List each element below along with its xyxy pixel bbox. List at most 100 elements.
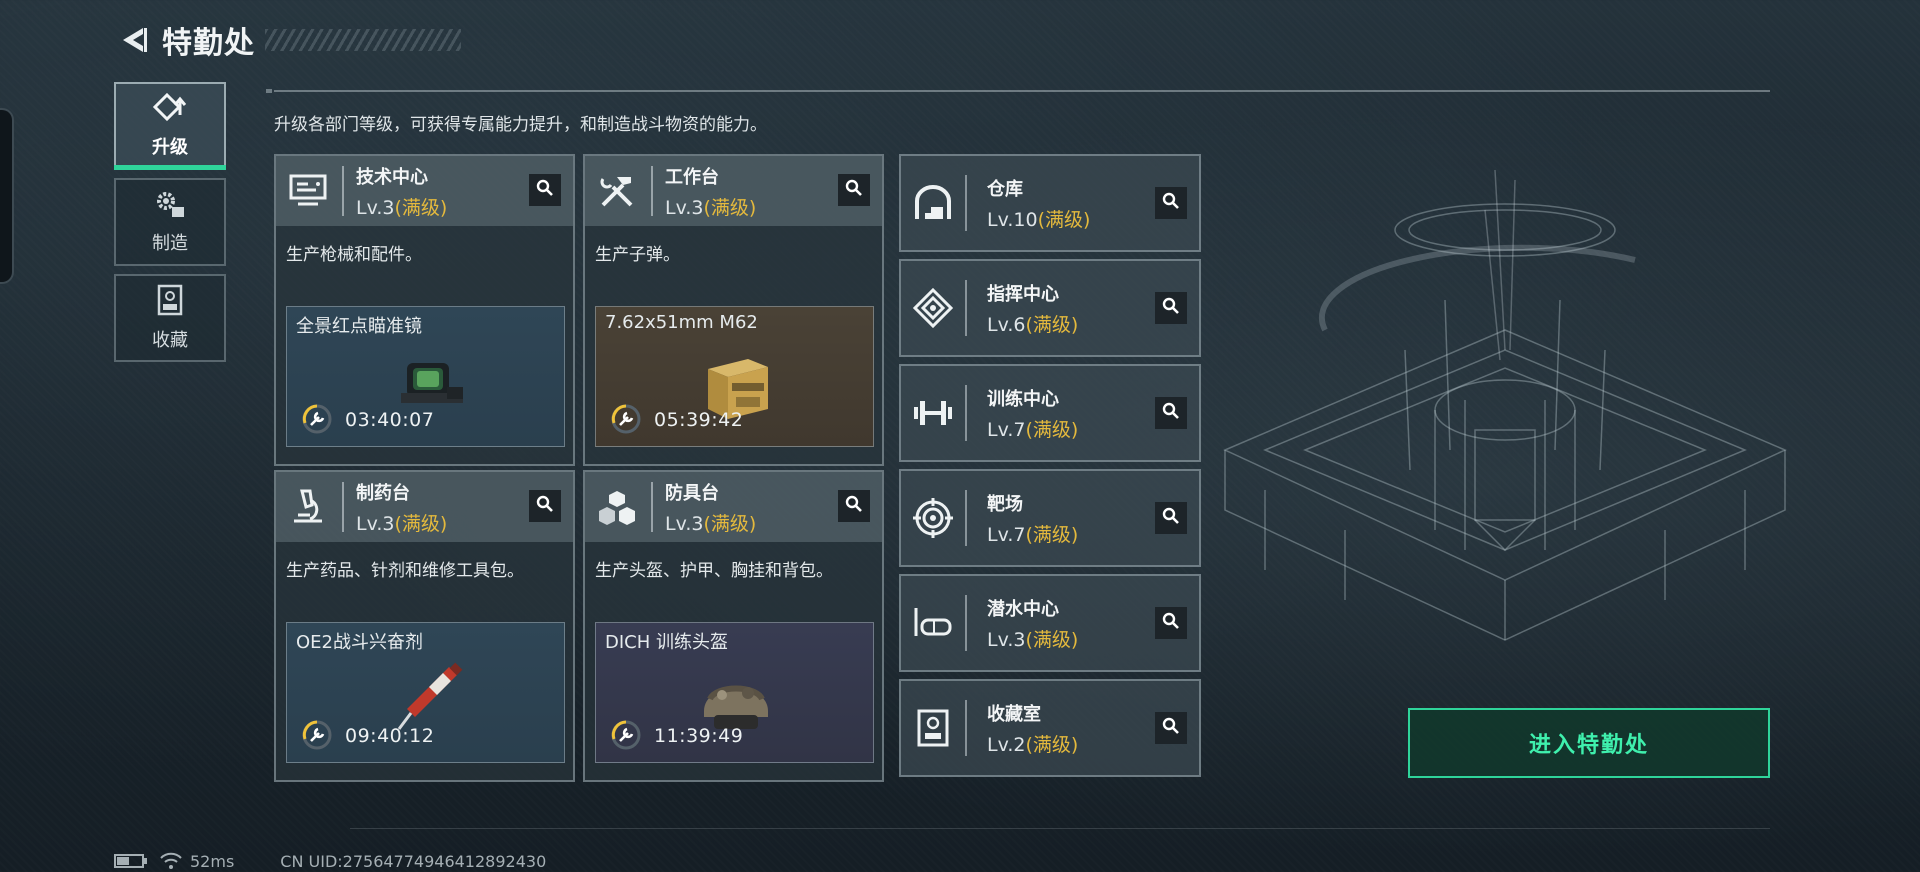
workbench-tools-icon bbox=[595, 169, 639, 213]
facility-level: Lv.6 bbox=[987, 313, 1026, 336]
max-level-tag: (满级) bbox=[394, 512, 448, 535]
max-level-tag: (满级) bbox=[703, 196, 757, 219]
facility-row-warehouse[interactable]: 仓库 Lv.10(满级) bbox=[899, 154, 1201, 252]
card-divider bbox=[651, 482, 653, 532]
facility-level: Lv.7 bbox=[987, 418, 1026, 441]
ping-readout: 52ms bbox=[190, 851, 235, 871]
inspect-button[interactable] bbox=[1155, 607, 1187, 639]
repair-timer-icon bbox=[301, 403, 333, 435]
nav-item-craft[interactable]: 制造 bbox=[114, 178, 226, 266]
magnifier-icon bbox=[536, 179, 554, 201]
station-name: 技术中心 bbox=[356, 166, 428, 188]
inspect-button[interactable] bbox=[1155, 712, 1187, 744]
production-timer: 05:39:42 bbox=[654, 409, 744, 431]
production-item-name: OE2战斗兴奋剂 bbox=[296, 632, 423, 653]
station-description: 生产头盔、护甲、胸挂和背包。 bbox=[595, 561, 833, 581]
card-header: 技术中心 Lv.3(满级) bbox=[276, 156, 573, 226]
station-description: 生产子弹。 bbox=[595, 245, 680, 265]
facility-row-collection-room[interactable]: 收藏室 Lv.2(满级) bbox=[899, 679, 1201, 777]
row-divider bbox=[965, 595, 967, 651]
nav-item-collection[interactable]: 收藏 bbox=[114, 274, 226, 362]
card-divider bbox=[342, 166, 344, 216]
inspect-button[interactable] bbox=[529, 490, 561, 522]
collection-icon bbox=[157, 284, 183, 320]
row-divider bbox=[965, 280, 967, 336]
enter-button-label: 进入特勤处 bbox=[1528, 733, 1649, 758]
production-timer: 09:40:12 bbox=[345, 725, 435, 747]
facility-name: 指挥中心 bbox=[987, 283, 1059, 305]
magnifier-icon bbox=[1162, 507, 1180, 529]
nav-label-collection: 收藏 bbox=[152, 330, 188, 351]
facility-row-training-center[interactable]: 训练中心 Lv.7(满级) bbox=[899, 364, 1201, 462]
inspect-button[interactable] bbox=[838, 490, 870, 522]
max-level-tag: (满级) bbox=[1025, 313, 1079, 336]
side-nav: 升级 制造 收藏 bbox=[114, 82, 226, 370]
facility-row-command-center[interactable]: 指挥中心 Lv.6(满级) bbox=[899, 259, 1201, 357]
production-item-name: 7.62x51mm M62 bbox=[605, 312, 758, 333]
facility-level: Lv.3 bbox=[987, 628, 1026, 651]
magnifier-icon bbox=[845, 179, 863, 201]
facility-name: 靶场 bbox=[987, 493, 1023, 515]
side-drawer-handle[interactable] bbox=[0, 108, 14, 284]
station-card-tech-center[interactable]: 技术中心 Lv.3(满级) 生产枪械和配件。 全景红点瞄准镜 03:40:07 bbox=[274, 154, 575, 466]
production-item-name: DICH 训练头盔 bbox=[605, 632, 728, 653]
tech-center-icon bbox=[286, 169, 330, 213]
station-card-pharmacy[interactable]: 制药台 Lv.3(满级) 生产药品、针剂和维修工具包。 OE2战斗兴奋剂 09:… bbox=[274, 470, 575, 782]
facility-name: 潜水中心 bbox=[987, 598, 1059, 620]
enter-headquarters-button[interactable]: 进入特勤处 bbox=[1408, 708, 1770, 778]
station-description: 生产药品、针剂和维修工具包。 bbox=[286, 561, 524, 581]
production-timer: 11:39:49 bbox=[654, 725, 744, 747]
nav-item-upgrade[interactable]: 升级 bbox=[114, 82, 226, 170]
max-level-tag: (满级) bbox=[1025, 628, 1079, 651]
inspect-button[interactable] bbox=[1155, 502, 1187, 534]
facility-level: Lv.10 bbox=[987, 208, 1038, 231]
page-description: 升级各部门等级，可获得专属能力提升，和制造战斗物资的能力。 bbox=[274, 115, 767, 135]
title-decoration bbox=[265, 29, 461, 51]
repair-timer-icon bbox=[610, 403, 642, 435]
back-arrow-icon[interactable] bbox=[116, 23, 150, 57]
inspect-button[interactable] bbox=[1155, 397, 1187, 429]
target-icon bbox=[911, 496, 955, 540]
facility-name: 训练中心 bbox=[987, 388, 1059, 410]
armor-boxes-icon bbox=[595, 485, 639, 529]
facility-row-diving-center[interactable]: 潜水中心 Lv.3(满级) bbox=[899, 574, 1201, 672]
page-header: 特勤处 bbox=[116, 20, 461, 61]
station-level: Lv.3 bbox=[665, 512, 704, 535]
station-level: Lv.3 bbox=[356, 196, 395, 219]
command-center-icon bbox=[911, 286, 955, 330]
inspect-button[interactable] bbox=[1155, 187, 1187, 219]
headquarters-wireframe-image bbox=[1205, 150, 1805, 720]
production-slot[interactable]: OE2战斗兴奋剂 09:40:12 bbox=[286, 622, 565, 763]
magnifier-icon bbox=[1162, 717, 1180, 739]
magnifier-icon bbox=[845, 495, 863, 517]
repair-timer-icon bbox=[301, 719, 333, 751]
row-divider bbox=[965, 385, 967, 441]
facility-level: Lv.7 bbox=[987, 523, 1026, 546]
production-slot[interactable]: DICH 训练头盔 11:39:49 bbox=[595, 622, 874, 763]
craft-gear-icon bbox=[154, 189, 186, 223]
production-slot[interactable]: 7.62x51mm M62 05:39:42 bbox=[595, 306, 874, 447]
facility-level: Lv.2 bbox=[987, 733, 1026, 756]
wifi-icon bbox=[160, 852, 182, 870]
station-name: 工作台 bbox=[665, 166, 719, 188]
card-divider bbox=[342, 482, 344, 532]
magnifier-icon bbox=[1162, 192, 1180, 214]
status-bar: 52ms CN UID:27564774946412892430 bbox=[114, 850, 546, 872]
row-divider bbox=[965, 175, 967, 231]
facility-row-shooting-range[interactable]: 靶场 Lv.7(满级) bbox=[899, 469, 1201, 567]
station-name: 制药台 bbox=[356, 482, 410, 504]
card-header: 防具台 Lv.3(满级) bbox=[585, 472, 882, 542]
production-slot[interactable]: 全景红点瞄准镜 03:40:07 bbox=[286, 306, 565, 447]
facility-name: 仓库 bbox=[987, 178, 1023, 200]
inspect-button[interactable] bbox=[529, 174, 561, 206]
inspect-button[interactable] bbox=[1155, 292, 1187, 324]
footer-divider bbox=[350, 828, 1770, 829]
max-level-tag: (满级) bbox=[394, 196, 448, 219]
card-header: 工作台 Lv.3(满级) bbox=[585, 156, 882, 226]
station-card-workbench[interactable]: 工作台 Lv.3(满级) 生产子弹。 7.62x51mm M62 05:39:4… bbox=[583, 154, 884, 466]
inspect-button[interactable] bbox=[838, 174, 870, 206]
page-title: 特勤处 bbox=[162, 26, 255, 61]
card-divider bbox=[651, 166, 653, 216]
production-timer: 03:40:07 bbox=[345, 409, 435, 431]
station-card-armor[interactable]: 防具台 Lv.3(满级) 生产头盔、护甲、胸挂和背包。 DICH 训练头盔 11… bbox=[583, 470, 884, 782]
